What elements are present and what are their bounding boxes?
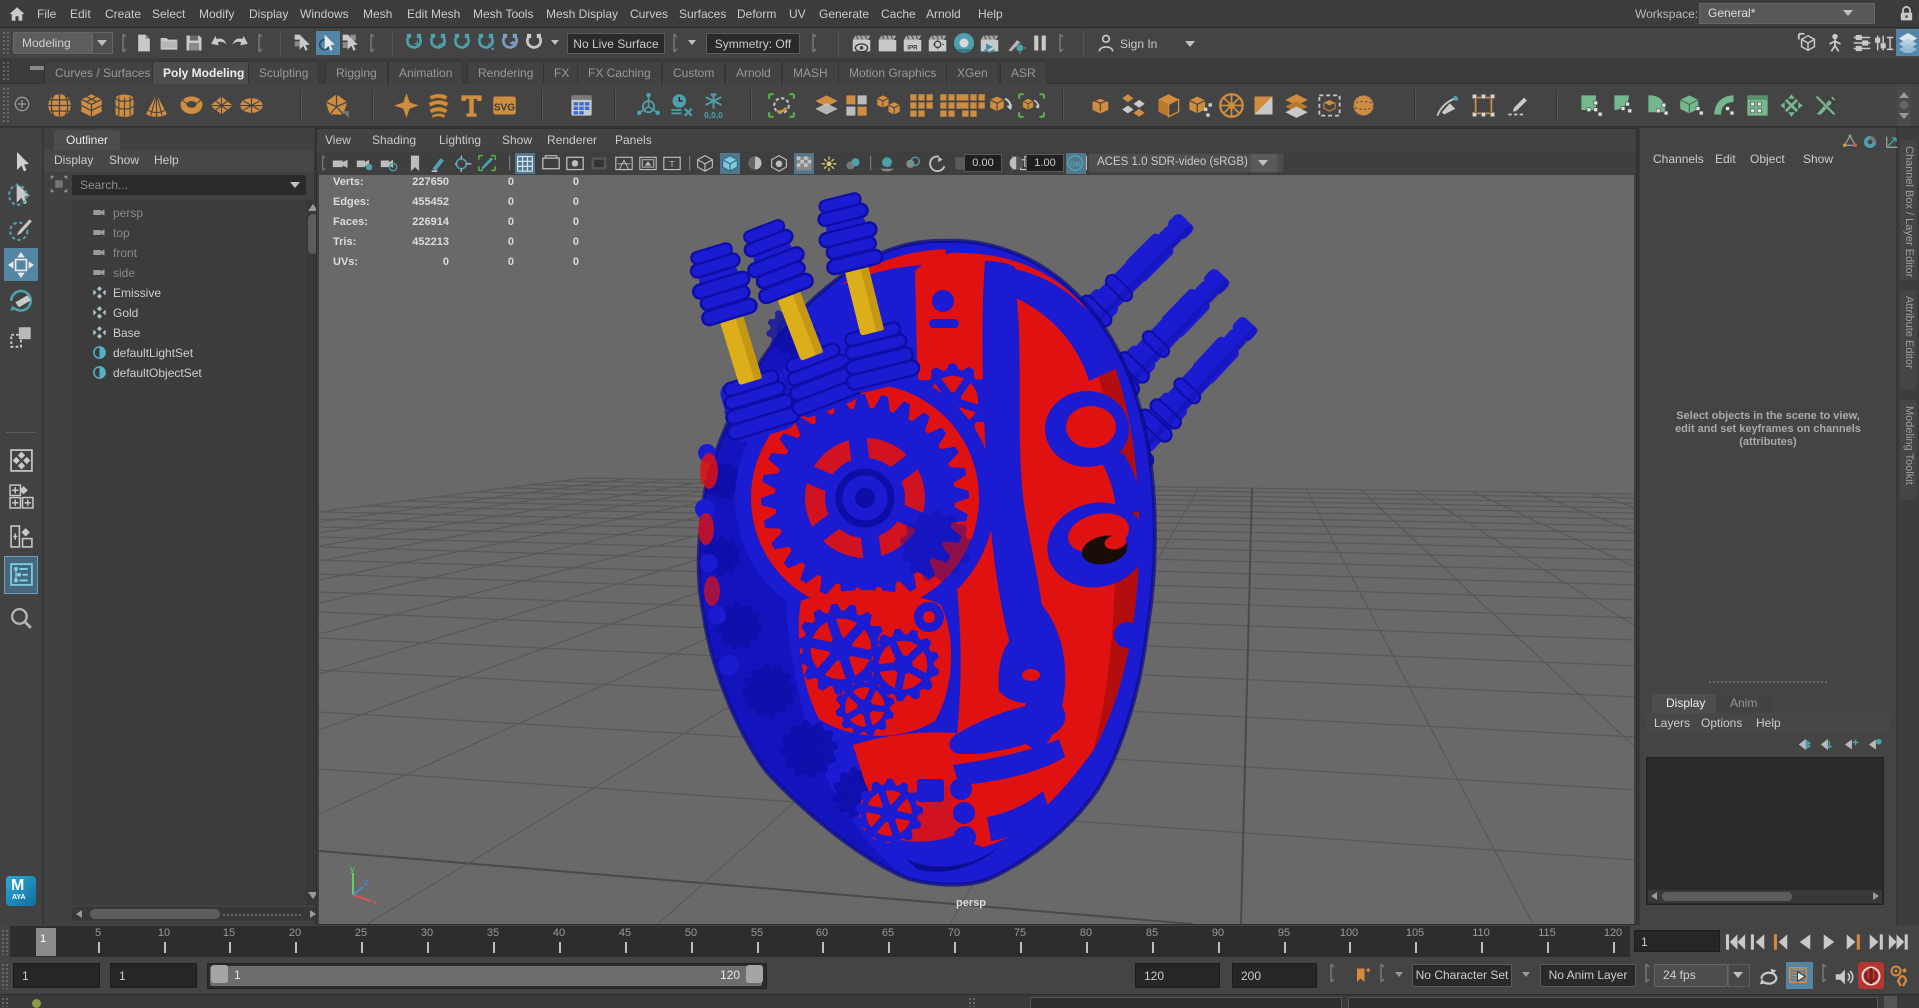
svg-text:0,0,0: 0,0,0 <box>704 110 723 119</box>
svg-text:z: z <box>364 877 369 887</box>
svg-text:SVG: SVG <box>494 103 515 114</box>
svg-text:ON: ON <box>1070 159 1081 168</box>
svg-text:T: T <box>670 160 675 169</box>
svg-text:x: x <box>373 897 378 907</box>
svg-text:y: y <box>350 865 355 874</box>
svg-text:IPR: IPR <box>907 45 918 52</box>
